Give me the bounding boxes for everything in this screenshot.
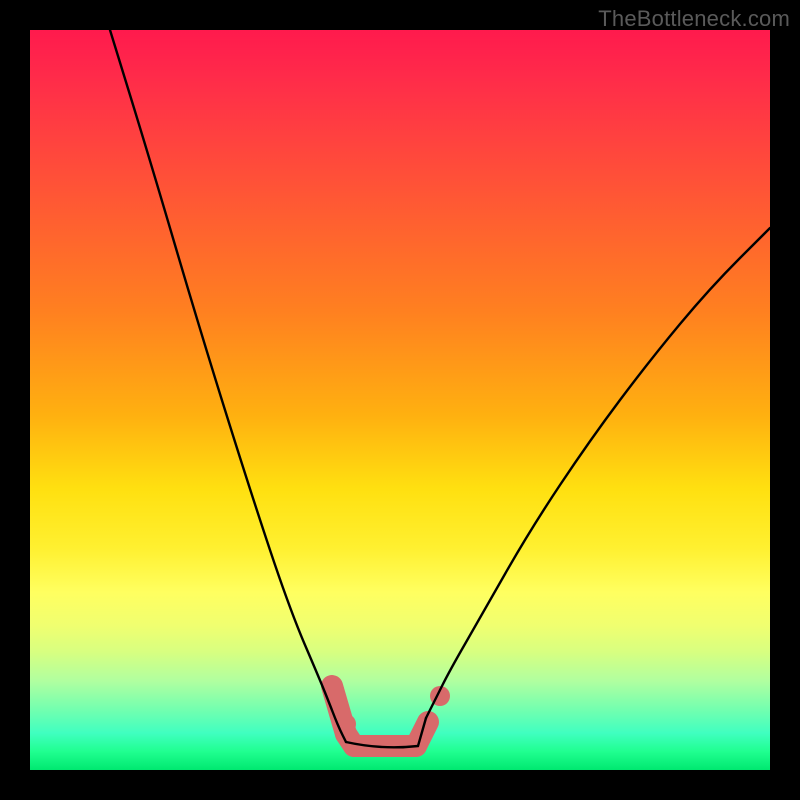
worm-dot: [336, 714, 356, 734]
left-curve: [110, 30, 346, 742]
right-curve: [426, 228, 770, 718]
watermark-text: TheBottleneck.com: [598, 6, 790, 32]
chart-svg: [30, 30, 770, 770]
